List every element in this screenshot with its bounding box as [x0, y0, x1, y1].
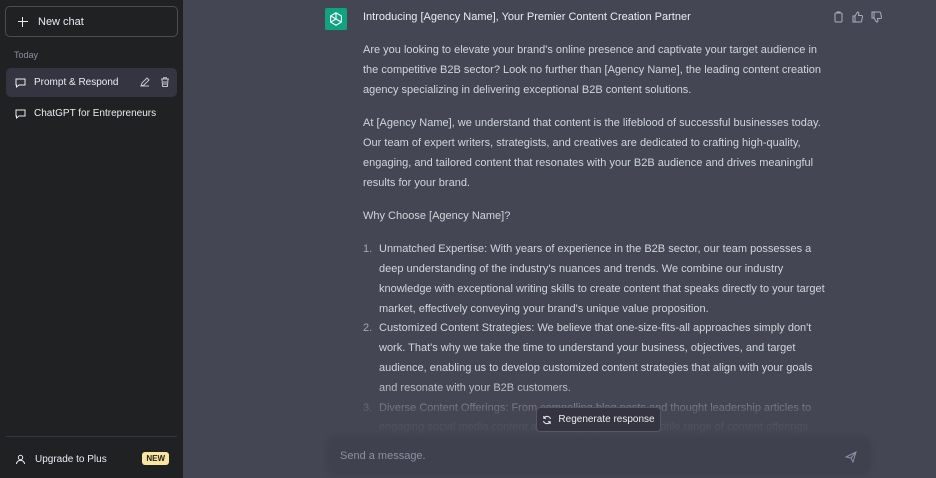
chat-bubble-icon	[15, 109, 26, 119]
section-label-today: Today	[14, 50, 39, 60]
new-chat-label: New chat	[38, 15, 84, 28]
list-item: 1. Unmatched Expertise: With years of exp…	[363, 240, 825, 319]
list-text: Unmatched Expertise: With years of exper…	[379, 243, 825, 315]
new-chat-button[interactable]: New chat	[5, 6, 178, 37]
message-paragraph: Are you looking to elevate your brand's …	[363, 44, 821, 96]
sidebar-item-label: Prompt & Respond	[34, 77, 119, 88]
assistant-avatar	[325, 8, 347, 30]
chat-bubble-icon	[15, 78, 26, 88]
regenerate-label: Regenerate response	[558, 414, 655, 425]
list-text: Customized Content Strategies: We believ…	[379, 322, 813, 394]
chat-main: Introducing [Agency Name], Your Premier …	[183, 0, 936, 478]
assistant-message: Introducing [Agency Name], Your Premier …	[363, 8, 825, 438]
copy-icon[interactable]	[833, 10, 844, 23]
plus-icon	[16, 15, 30, 29]
openai-logo-icon	[330, 12, 342, 26]
send-icon[interactable]	[844, 450, 857, 464]
thumbs-down-icon[interactable]	[871, 10, 883, 23]
message-paragraph: At [Agency Name], we understand that con…	[363, 117, 821, 189]
list-number: 1.	[363, 243, 373, 256]
user-icon	[15, 454, 26, 465]
sidebar-divider	[6, 436, 177, 437]
message-input[interactable]	[340, 448, 830, 464]
message-title: Introducing [Agency Name], Your Premier …	[363, 11, 691, 23]
new-badge: NEW	[142, 452, 169, 465]
list-item: 2. Customized Content Strategies: We beli…	[363, 319, 825, 398]
thumbs-up-icon[interactable]	[852, 10, 864, 23]
regenerate-response-button[interactable]: Regenerate response	[536, 407, 661, 432]
refresh-icon	[542, 415, 552, 425]
composer	[329, 439, 869, 473]
edit-icon[interactable]	[139, 76, 151, 88]
message-paragraph: Why Choose [Agency Name]?	[363, 209, 511, 222]
list-number: 3.	[363, 401, 373, 414]
sidebar-item-label: ChatGPT for Entrepreneurs	[34, 108, 157, 119]
sidebar: New chat Today Prompt & Respond ChatGPT …	[0, 0, 183, 478]
upgrade-label: Upgrade to Plus	[35, 453, 107, 465]
upgrade-to-plus-button[interactable]: Upgrade to Plus NEW	[6, 445, 177, 473]
list-number: 2.	[363, 322, 373, 335]
message-actions	[833, 10, 883, 23]
sidebar-item-chatgpt-entrepreneurs[interactable]: ChatGPT for Entrepreneurs	[6, 99, 177, 128]
sidebar-item-prompt-respond[interactable]: Prompt & Respond	[6, 68, 177, 97]
trash-icon[interactable]	[159, 76, 171, 88]
